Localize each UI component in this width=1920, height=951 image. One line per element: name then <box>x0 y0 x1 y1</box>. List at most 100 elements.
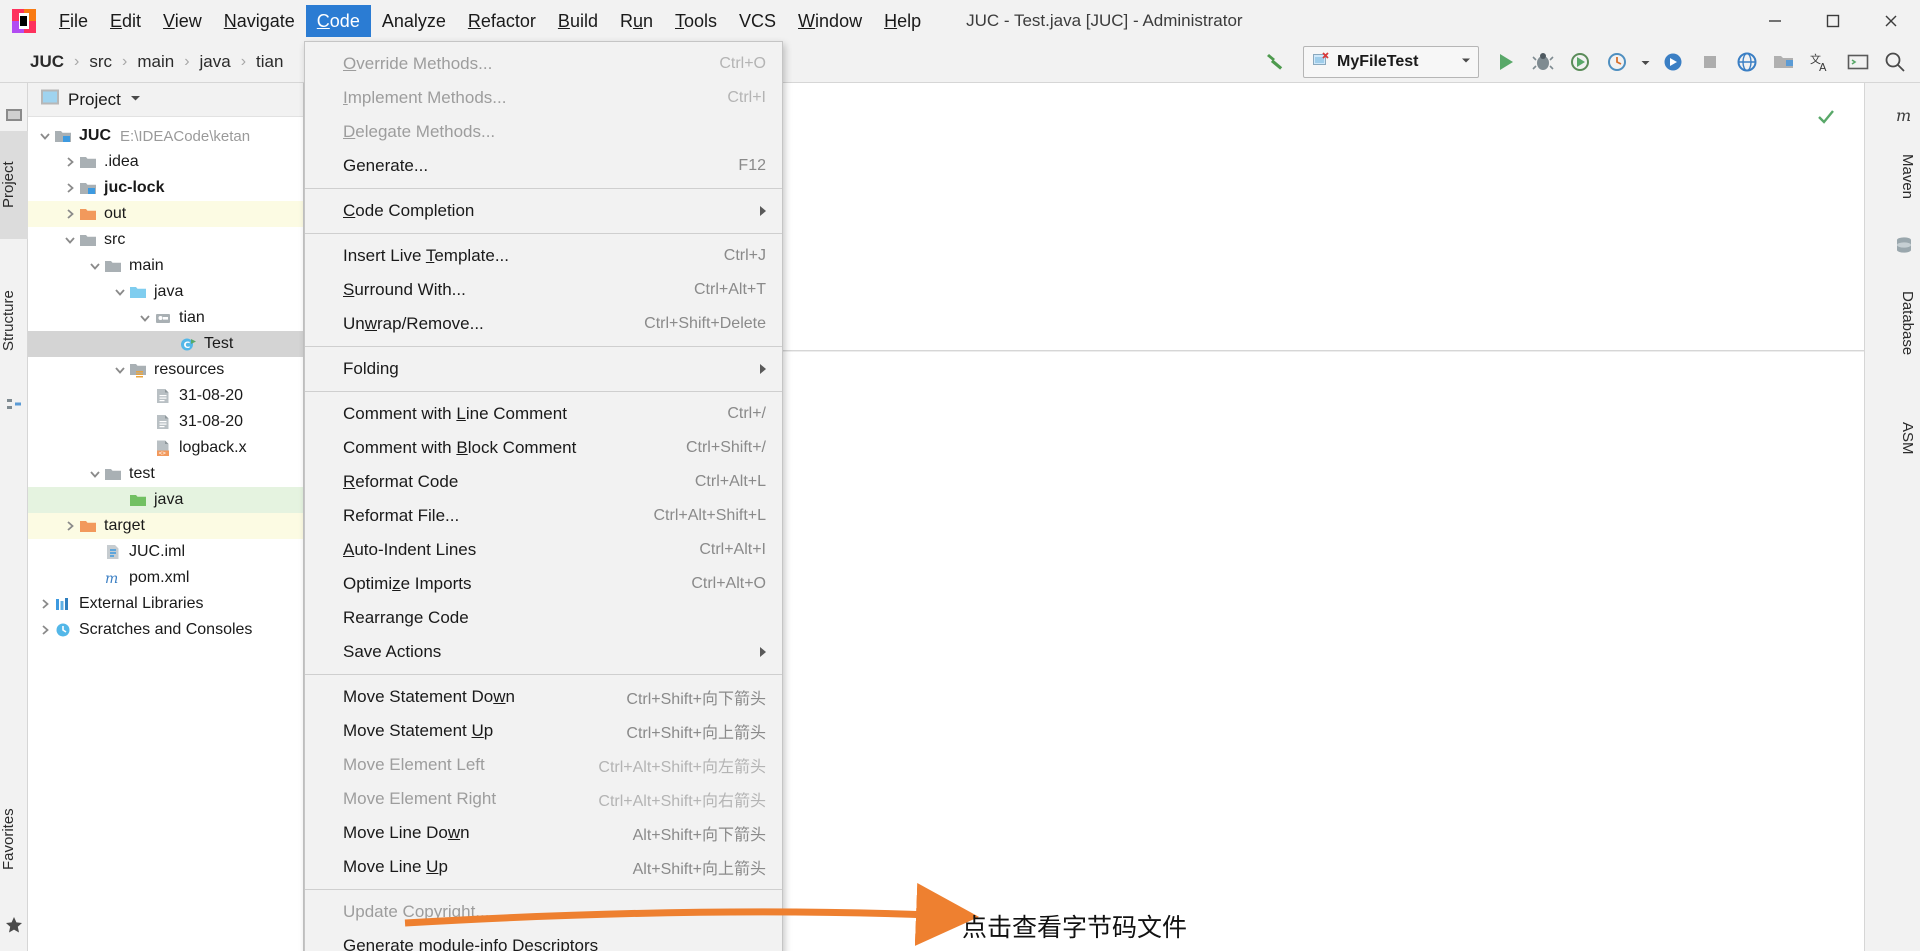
terminal-button[interactable] <box>1841 45 1875 79</box>
menu-navigate[interactable]: Navigate <box>213 5 306 37</box>
menu-item-label: Move Element Left <box>343 755 485 774</box>
tree-node-test[interactable]: C Test <box>28 331 303 357</box>
menu-tools[interactable]: Tools <box>664 5 728 37</box>
menu-edit[interactable]: Edit <box>99 5 152 37</box>
tree-node-target[interactable]: target <box>28 513 303 539</box>
chevron-down-icon[interactable] <box>136 309 154 327</box>
chevron-right-icon[interactable] <box>61 517 79 535</box>
menu-window[interactable]: Window <box>787 5 873 37</box>
tree-node-tian[interactable]: tian <box>28 305 303 331</box>
stop-button[interactable] <box>1693 45 1727 79</box>
menu-item-unwrap-remove[interactable]: Unwrap/Remove... Ctrl+Shift+Delete <box>305 307 782 341</box>
tree-twisty-spacer <box>136 439 154 457</box>
breadcrumb-item-main[interactable]: main <box>137 52 174 72</box>
menu-item-move-line-up[interactable]: Move Line Up Alt+Shift+向上箭头 <box>305 850 782 884</box>
menu-view[interactable]: View <box>152 5 213 37</box>
chevron-right-icon[interactable] <box>61 153 79 171</box>
sidebar-item-maven[interactable]: Maven <box>1886 131 1916 223</box>
menu-help[interactable]: Help <box>873 5 932 37</box>
chevron-right-icon[interactable] <box>36 595 54 613</box>
menu-refactor[interactable]: Refactor <box>457 5 547 37</box>
tree-node-scratches-and-consoles[interactable]: Scratches and Consoles <box>28 617 303 643</box>
tree-node-main[interactable]: main <box>28 253 303 279</box>
tree-node-out[interactable]: out <box>28 201 303 227</box>
project-structure-button[interactable] <box>1767 45 1801 79</box>
update-running-app-button[interactable] <box>1730 45 1764 79</box>
menu-item-reformat-file[interactable]: Reformat File... Ctrl+Alt+Shift+L <box>305 499 782 533</box>
menu-item-optimize-imports[interactable]: Optimize Imports Ctrl+Alt+O <box>305 567 782 601</box>
breadcrumb-item-tian[interactable]: tian <box>256 52 283 72</box>
chevron-down-icon[interactable] <box>61 231 79 249</box>
menu-run[interactable]: Run <box>609 5 664 37</box>
menu-vcs[interactable]: VCS <box>728 5 787 37</box>
menu-file[interactable]: File <box>48 5 99 37</box>
menu-item-label: Reformat Code <box>343 472 459 491</box>
menu-item-folding[interactable]: Folding <box>305 352 782 386</box>
close-button[interactable] <box>1862 0 1920 41</box>
tree-node-java[interactable]: java <box>28 487 303 513</box>
breadcrumb-item-src[interactable]: src <box>89 52 112 72</box>
tree-node-java[interactable]: java <box>28 279 303 305</box>
sidebar-item-project[interactable]: Project <box>0 131 28 239</box>
chevron-down-icon[interactable] <box>1460 53 1472 71</box>
menu-item-reformat-code[interactable]: Reformat Code Ctrl+Alt+L <box>305 465 782 499</box>
menu-item-comment-with-block-comment[interactable]: Comment with Block Comment Ctrl+Shift+/ <box>305 431 782 465</box>
chevron-down-icon[interactable] <box>129 91 142 109</box>
translate-button[interactable]: 文 A <box>1804 45 1838 79</box>
tree-node-logback-x[interactable]: <> logback.x <box>28 435 303 461</box>
menu-item-comment-with-line-comment[interactable]: Comment with Line Comment Ctrl+/ <box>305 397 782 431</box>
tree-node-test[interactable]: test <box>28 461 303 487</box>
menu-code[interactable]: Code <box>305 4 371 37</box>
menu-item-generate[interactable]: Generate... F12 <box>305 149 782 183</box>
debug-button[interactable] <box>1526 45 1560 79</box>
tree-node-external-libraries[interactable]: External Libraries <box>28 591 303 617</box>
sidebar-item-favorites[interactable]: Favorites <box>0 773 28 905</box>
hammer-build-icon[interactable] <box>1259 45 1293 79</box>
menu-analyze[interactable]: Analyze <box>371 5 457 37</box>
chevron-down-icon[interactable] <box>111 283 129 301</box>
menu-item-code-completion[interactable]: Code Completion <box>305 194 782 228</box>
run-button[interactable] <box>1489 45 1523 79</box>
chevron-right-icon[interactable] <box>36 621 54 639</box>
tree-node--idea[interactable]: .idea <box>28 149 303 175</box>
tree-node-juc[interactable]: JUC E:\IDEACode\ketan <box>28 123 303 149</box>
chevron-down-icon[interactable] <box>86 257 104 275</box>
run-configuration-selector[interactable]: MyFileTest <box>1303 46 1479 78</box>
breadcrumb-item-java[interactable]: java <box>200 52 231 72</box>
sidebar-item-structure[interactable]: Structure <box>0 253 28 389</box>
sidebar-item-asm[interactable]: ASM <box>1886 403 1916 473</box>
tree-node-src[interactable]: src <box>28 227 303 253</box>
menu-item-move-statement-down[interactable]: Move Statement Down Ctrl+Shift+向下箭头 <box>305 680 782 714</box>
menu-item-insert-live-template[interactable]: Insert Live Template... Ctrl+J <box>305 239 782 273</box>
menu-item-auto-indent-lines[interactable]: Auto-Indent Lines Ctrl+Alt+I <box>305 533 782 567</box>
menu-build[interactable]: Build <box>547 5 609 37</box>
profiler-dropdown-caret-icon[interactable] <box>1637 45 1653 79</box>
profiler-button[interactable] <box>1600 45 1634 79</box>
menu-item-save-actions[interactable]: Save Actions <box>305 635 782 669</box>
tree-node-resources[interactable]: resources <box>28 357 303 383</box>
tree-node-31-08-20[interactable]: 31-08-20 <box>28 409 303 435</box>
menu-item-move-line-down[interactable]: Move Line Down Alt+Shift+向下箭头 <box>305 816 782 850</box>
code-menu-dropdown[interactable]: Override Methods... Ctrl+O Implement Metho… <box>304 41 783 951</box>
run-with-coverage-button[interactable] <box>1563 45 1597 79</box>
tree-node-juc-iml[interactable]: JUC.iml <box>28 539 303 565</box>
menu-item-generate-module-info-descriptors[interactable]: Generate module-info Descriptors <box>305 929 782 951</box>
chevron-right-icon[interactable] <box>61 179 79 197</box>
chevron-down-icon[interactable] <box>86 465 104 483</box>
menu-item-move-statement-up[interactable]: Move Statement Up Ctrl+Shift+向上箭头 <box>305 714 782 748</box>
menu-item-surround-with[interactable]: Surround With... Ctrl+Alt+T <box>305 273 782 307</box>
chevron-down-icon[interactable] <box>36 127 54 145</box>
chevron-down-icon[interactable] <box>111 361 129 379</box>
tree-node-pom-xml[interactable]: m pom.xml <box>28 565 303 591</box>
chevron-right-icon[interactable] <box>61 205 79 223</box>
inspection-ok-checkmark-icon[interactable] <box>1816 107 1836 127</box>
maximize-button[interactable] <box>1804 0 1862 41</box>
breadcrumb-item-juc[interactable]: JUC <box>30 52 64 72</box>
tree-node-juc-lock[interactable]: juc-lock <box>28 175 303 201</box>
menu-item-rearrange-code[interactable]: Rearrange Code <box>305 601 782 635</box>
attach-button[interactable] <box>1656 45 1690 79</box>
minimize-button[interactable] <box>1746 0 1804 41</box>
search-everywhere-button[interactable] <box>1878 45 1912 79</box>
sidebar-item-database[interactable]: Database <box>1886 261 1916 385</box>
tree-node-31-08-20[interactable]: 31-08-20 <box>28 383 303 409</box>
